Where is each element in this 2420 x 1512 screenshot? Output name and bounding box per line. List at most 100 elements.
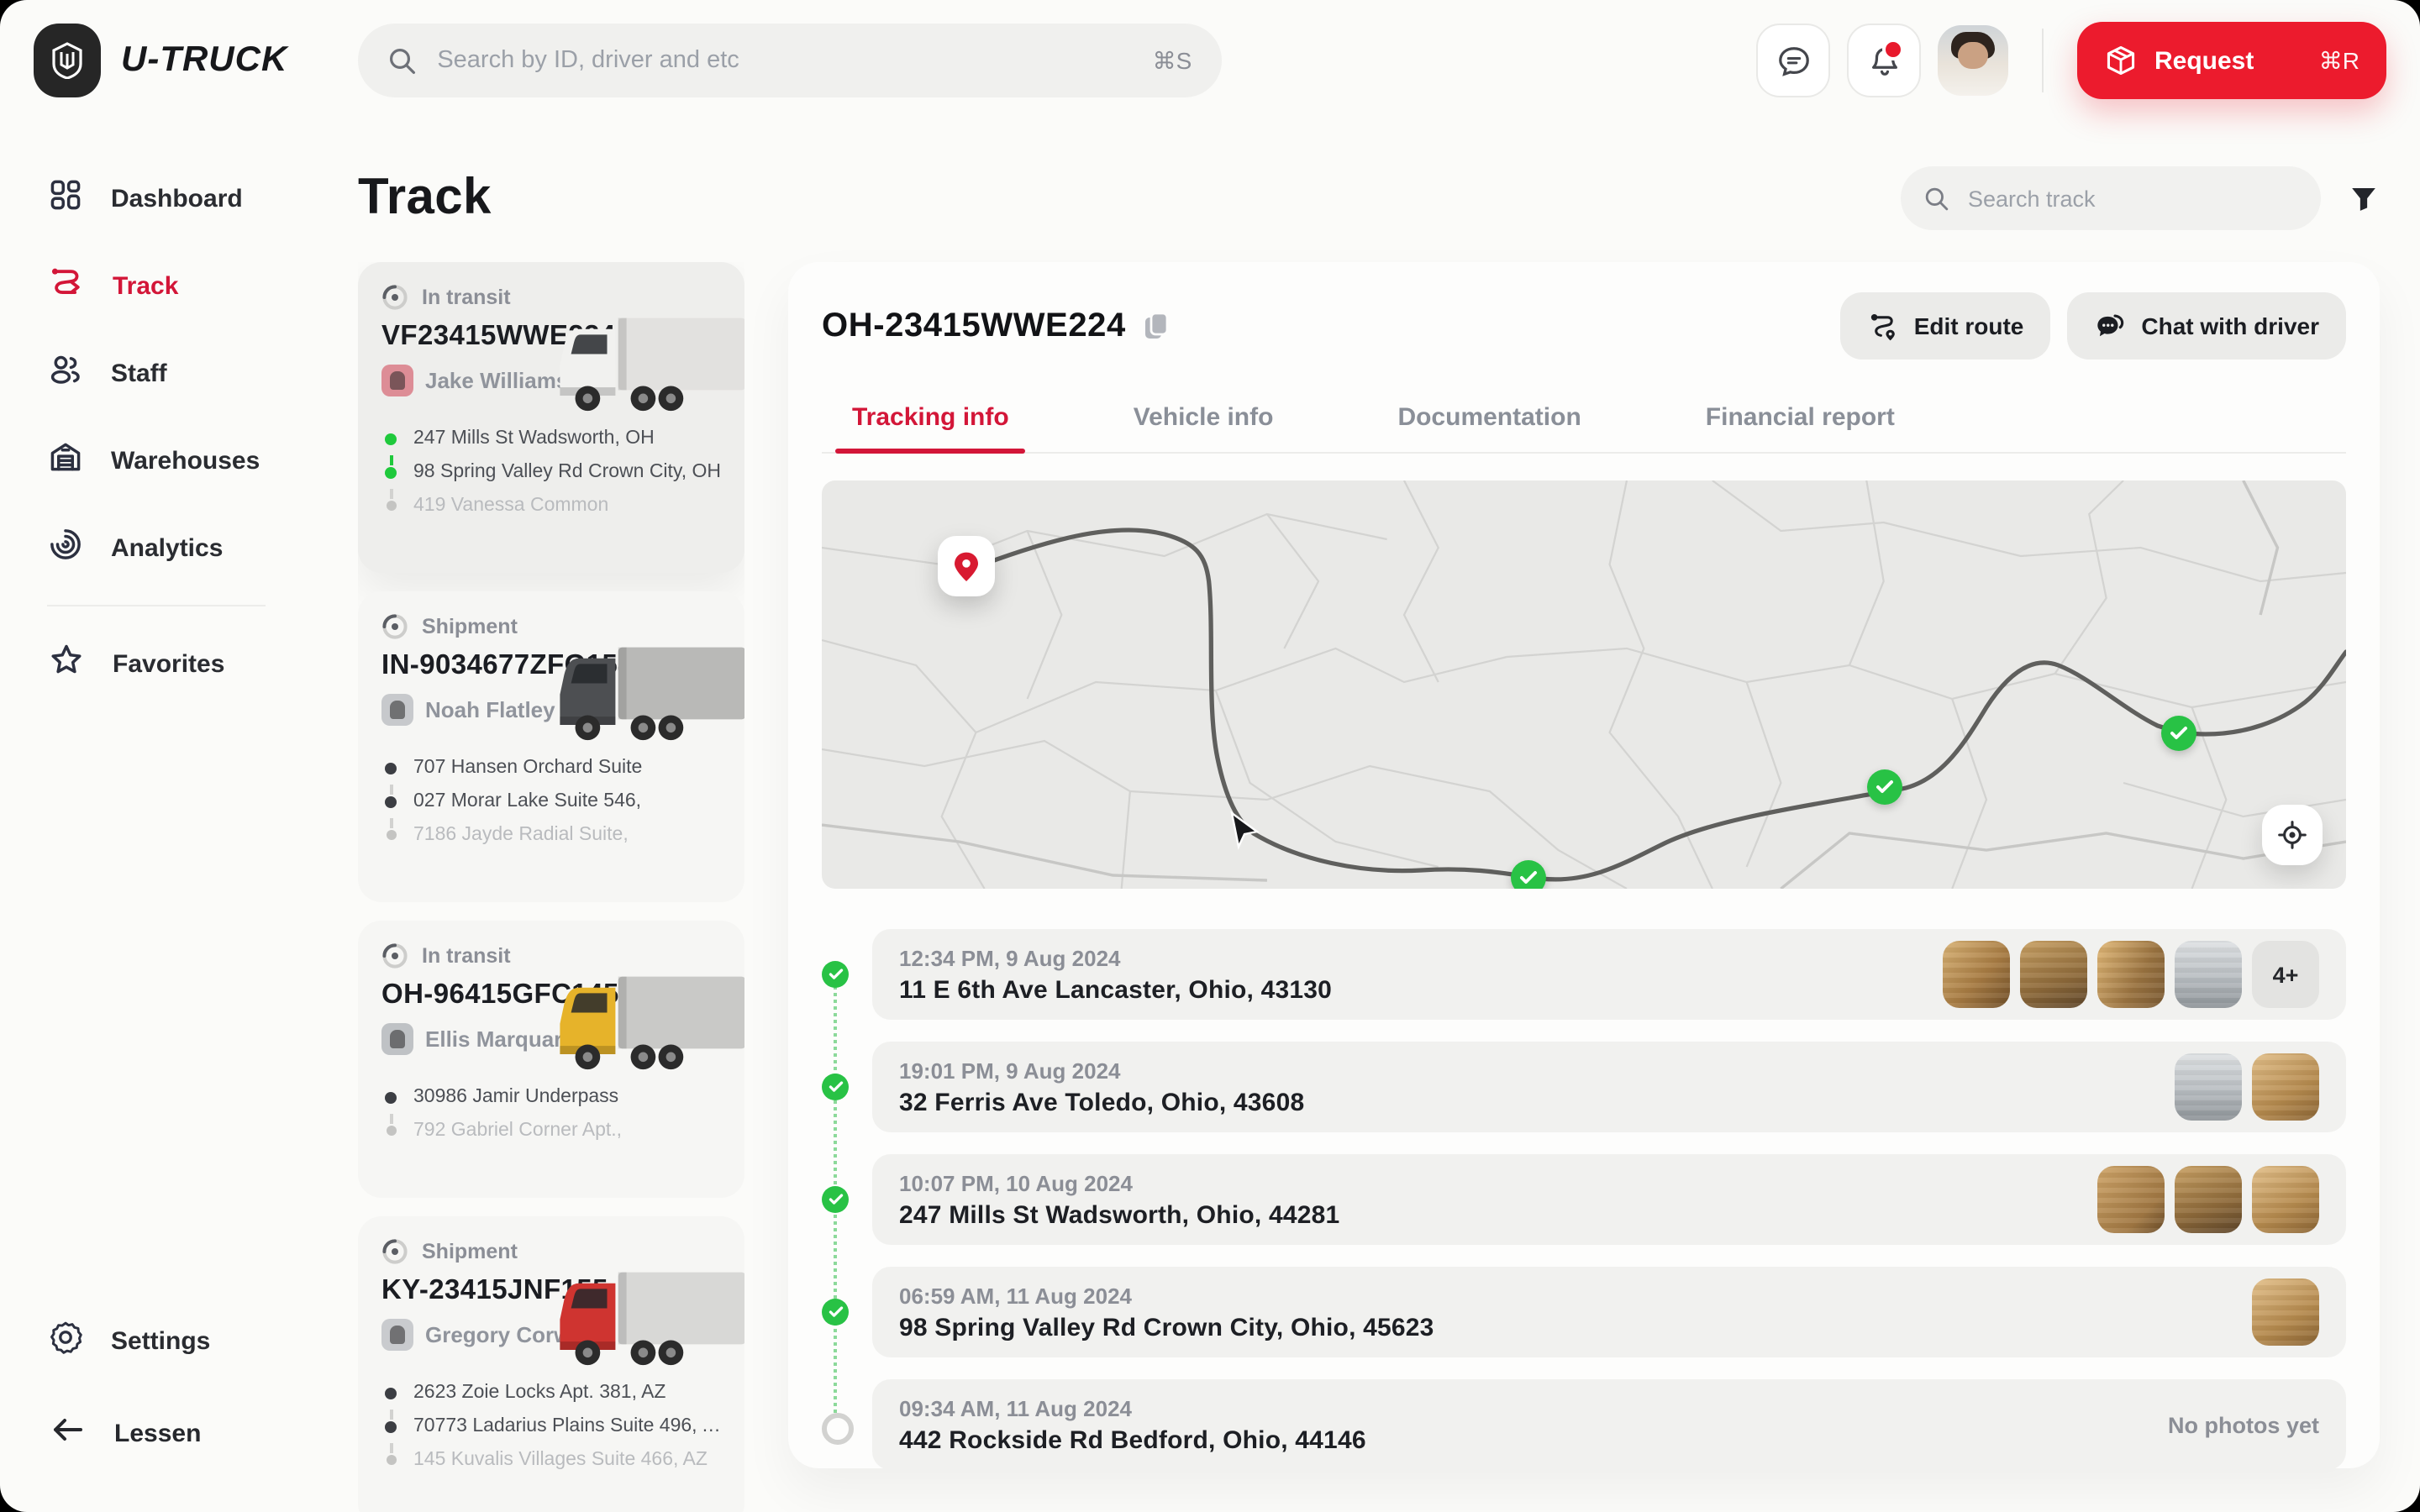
stop-item: 419 Vanessa Common: [381, 489, 721, 522]
search-shortcut: ⌘S: [1153, 46, 1192, 75]
route-map[interactable]: [822, 480, 2346, 889]
photo-thumbnail[interactable]: [2175, 941, 2242, 1008]
analytics-spiral-icon: [52, 530, 79, 557]
track-icon: [47, 263, 86, 308]
stop-dot-icon: [385, 433, 397, 445]
chat-with-driver-button[interactable]: Chat with driver: [2067, 292, 2346, 360]
driver-name: Gregory Corwin: [425, 1322, 591, 1347]
locate-me-button[interactable]: [2262, 805, 2323, 865]
stop-dot-icon: [385, 1092, 397, 1104]
driver-name: Noah Flatley: [425, 697, 555, 722]
photo-thumbnail[interactable]: [2252, 1053, 2319, 1121]
shipment-card[interactable]: Shipment IN-9034677ZFG154 Noah Flatley 7…: [358, 591, 744, 902]
tab-vehicle-info[interactable]: Vehicle info: [1127, 386, 1281, 452]
people-icon: [53, 357, 78, 382]
more-photos-badge[interactable]: 4+: [2252, 941, 2319, 1008]
photo-thumbnail[interactable]: [2020, 941, 2087, 1008]
tab-financial-report[interactable]: Financial report: [1699, 386, 1902, 452]
sidebar-item-favorites[interactable]: Favorites: [0, 620, 358, 707]
user-avatar[interactable]: [1938, 25, 2008, 96]
star-icon: [47, 641, 86, 686]
shipment-card-id: IN-9034677ZFG154: [381, 650, 721, 682]
notification-badge: [1882, 39, 1904, 60]
checkpoint-check-icon: [822, 1299, 849, 1326]
shipment-card[interactable]: Shipment KY-23415JNF155 Gregory Corwin 2…: [358, 1216, 744, 1512]
sidebar-item-staff[interactable]: Staff: [0, 329, 358, 417]
checkpoint-time: 12:34 PM, 9 Aug 2024: [899, 945, 1332, 970]
photo-thumbnail[interactable]: [2252, 1166, 2319, 1233]
tab-tracking-info[interactable]: Tracking info: [845, 386, 1016, 452]
search-icon: [1924, 186, 1949, 211]
driver-avatar: [381, 1023, 413, 1055]
stop-dot-icon: [385, 1388, 397, 1399]
photo-thumbnail[interactable]: [2175, 1166, 2242, 1233]
staff-icon: [47, 350, 84, 396]
checkpoint-time: 09:34 AM, 11 Aug 2024: [899, 1395, 1366, 1420]
sidebar-item-label: Analytics: [111, 533, 223, 562]
detail-tabs: Tracking info Vehicle info Documentation Fi…: [822, 386, 2346, 454]
track-search[interactable]: [1901, 166, 2321, 230]
shipment-detail-panel: OH-23415WWE224: [788, 262, 2380, 1468]
warehouse-icon: [47, 438, 84, 483]
route-checkpoint-icon: [1511, 860, 1546, 889]
shield-icon: [50, 42, 84, 79]
collapse-label: Lessen: [114, 1419, 201, 1447]
filter-funnel-icon: [2348, 182, 2380, 214]
sidebar-item-track[interactable]: Track: [0, 242, 358, 329]
notifications-button[interactable]: [1847, 24, 1921, 97]
photo-thumbnail[interactable]: [1943, 941, 2010, 1008]
search-icon: [388, 46, 417, 75]
global-search[interactable]: ⌘S: [358, 24, 1222, 97]
sidebar-item-dashboard[interactable]: Dashboard: [0, 155, 358, 242]
photo-thumbnail[interactable]: [2097, 941, 2165, 1008]
photo-thumbnail[interactable]: [2097, 1166, 2165, 1233]
sidebar-item-warehouses[interactable]: Warehouses: [0, 417, 358, 504]
shipment-card[interactable]: In transit OH-96415GFC145 Ellis Marquard…: [358, 921, 744, 1198]
tab-documentation[interactable]: Documentation: [1391, 386, 1587, 452]
route-checkpoint-icon: [2161, 716, 2196, 751]
sidebar-item-settings[interactable]: Settings: [0, 1297, 358, 1384]
filter-button[interactable]: [2348, 182, 2380, 214]
stop-item: 98 Spring Valley Rd Crown City, OH: [381, 455, 721, 489]
app-window: U-TRUCK ⌘S: [0, 0, 2420, 1512]
messages-button[interactable]: [1756, 24, 1830, 97]
stop-connector: [390, 489, 392, 499]
tracking-timeline: 12:34 PM, 9 Aug 2024 11 E 6th Ave Lancas…: [822, 929, 2346, 1441]
stop-dot-icon: [385, 763, 397, 774]
dashboard-icon: [47, 176, 84, 221]
edit-route-button[interactable]: Edit route: [1840, 292, 2051, 360]
photo-thumbnail[interactable]: [2252, 1278, 2319, 1346]
cursor-pointer-icon: [1225, 810, 1262, 858]
driver-name: Jake Williamson: [425, 368, 595, 393]
stop-dot-icon: [385, 1421, 397, 1433]
sidebar-divider: [47, 605, 266, 606]
sidebar-item-label: Warehouses: [111, 446, 260, 475]
chat-bubble-icon: [1776, 43, 1811, 78]
shipment-status: In transit: [422, 944, 511, 968]
global-search-input[interactable]: [434, 45, 1135, 76]
sidebar-item-analytics[interactable]: Analytics: [0, 504, 358, 591]
stop-dot-icon: [386, 1455, 396, 1465]
checkpoint-photos: [2252, 1278, 2319, 1346]
brand-name: U-TRUCK: [121, 40, 287, 81]
timeline-row: 09:34 AM, 11 Aug 2024 442 Rockside Rd Be…: [822, 1379, 2346, 1468]
checkpoint-address: 98 Spring Valley Rd Crown City, Ohio, 45…: [899, 1313, 1434, 1341]
sidebar-item-label: Settings: [111, 1326, 210, 1355]
timeline-card: 09:34 AM, 11 Aug 2024 442 Rockside Rd Be…: [872, 1379, 2346, 1468]
collapse-sidebar-button[interactable]: Lessen: [0, 1384, 358, 1482]
driver-avatar: [381, 365, 413, 396]
sidebar-item-label: Staff: [111, 359, 167, 387]
shipment-card[interactable]: In transit VF23415WWE224 Jake Williamson…: [358, 262, 744, 573]
timeline-card: 12:34 PM, 9 Aug 2024 11 E 6th Ave Lancas…: [872, 929, 2346, 1020]
checkpoint-check-icon: [822, 1074, 849, 1100]
package-icon: [2104, 44, 2138, 77]
stop-dot-icon: [386, 1126, 396, 1136]
shipment-status: Shipment: [422, 1240, 518, 1263]
photo-thumbnail[interactable]: [2175, 1053, 2242, 1121]
checkpoint-time: 06:59 AM, 11 Aug 2024: [899, 1283, 1434, 1308]
track-search-input[interactable]: [1965, 184, 2297, 213]
stop-connector: [390, 455, 392, 465]
request-button[interactable]: Request ⌘R: [2077, 22, 2386, 99]
stop-dot-icon: [386, 501, 396, 511]
copy-icon[interactable]: [1143, 311, 1170, 341]
